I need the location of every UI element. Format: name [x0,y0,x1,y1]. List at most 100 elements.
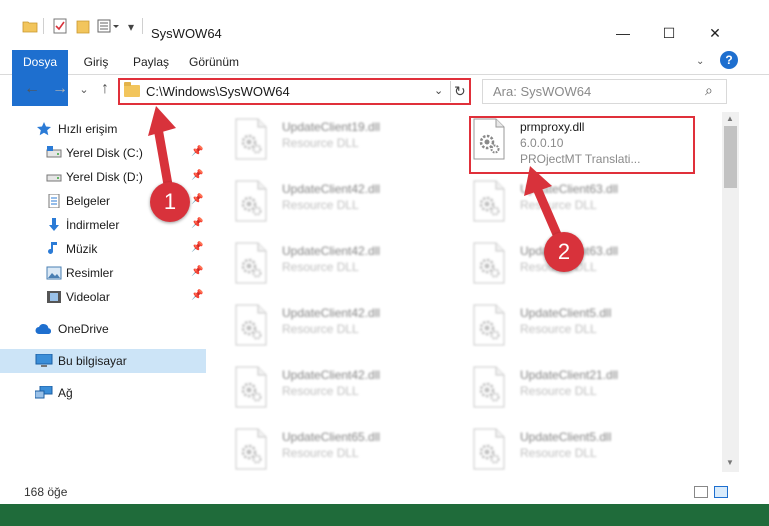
pin-icon[interactable]: 📌 [191,146,203,157]
highlight-box [469,116,695,174]
file-type: Resource DLL [282,384,359,398]
file-item[interactable]: UpdateClient65.dll Resource DLL [234,426,464,482]
file-name: UpdateClient63.dll [520,182,619,196]
sidebar-item-videolar[interactable]: Videolar 📌 [0,285,206,309]
ribbon: Dosya Giriş Paylaş Görünüm ⌄ ? [0,46,769,106]
file-item[interactable]: UpdateClient5.dll Resource DLL [472,426,702,482]
sidebar-item-onedrive[interactable]: OneDrive [0,317,206,341]
minimize-button[interactable]: — [600,18,646,46]
file-name: UpdateClient65.dll [282,430,381,444]
close-button[interactable]: ✕ [692,18,738,46]
dll-file-icon [234,242,268,284]
dll-file-icon [234,428,268,470]
pin-icon[interactable]: 📌 [191,170,203,181]
sidebar-item-label: Ağ [58,386,73,400]
address-bar[interactable]: C:\Windows\SysWOW64 ⌄ ↻ [118,78,471,105]
folder-icon [124,82,140,97]
sidebar-item-label: Bu bilgisayar [58,354,127,368]
maximize-button[interactable]: ☐ [646,18,692,46]
address-path[interactable]: C:\Windows\SysWOW64 [146,84,290,99]
sidebar-item-label: Müzik [66,242,98,256]
search-input[interactable]: Ara: SysWOW64 ⌕ [482,79,727,104]
file-item[interactable]: UpdateClient19.dll Resource DLL [234,116,464,172]
dll-file-icon [234,118,268,160]
sidebar-item-label: Belgeler [66,194,111,208]
pin-icon[interactable]: 📌 [191,194,203,205]
onedrive-icon [35,322,52,336]
sidebar-item-label: Hızlı erişim [58,122,118,136]
pin-icon[interactable]: 📌 [191,242,203,253]
sidebar-item-bu-bilgisayar[interactable]: Bu bilgisayar [0,349,206,373]
sidebar-item-muzik[interactable]: Müzik 📌 [0,237,206,261]
file-name: UpdateClient42.dll [282,368,381,382]
item-count: 168 öğe [24,485,68,499]
step-1-badge: 1 [150,182,190,222]
address-dropdown-icon[interactable]: ⌄ [434,84,443,97]
sidebar-item-label: İndirmeler [66,218,120,232]
file-item[interactable]: UpdateClient63.dllResource DLL [472,240,702,296]
file-name: UpdateClient42.dll [282,306,381,320]
sidebar-item-label: OneDrive [58,322,109,336]
tab-gorunum[interactable]: Görünüm [184,50,244,74]
file-type: Resource DLL [282,198,359,212]
dll-file-icon [234,304,268,346]
sidebar-item-ag[interactable]: Ağ [0,381,206,405]
file-name: UpdateClient21.dll [520,368,619,382]
large-icons-view-icon[interactable] [714,486,728,498]
tab-giris[interactable]: Giriş [76,50,116,74]
file-name: UpdateClient5.dll [520,306,612,320]
vertical-scrollbar[interactable]: ▲ ▼ [722,112,739,472]
details-view-icon[interactable] [694,486,708,498]
sidebar-item-resimler[interactable]: Resimler 📌 [0,261,206,285]
dll-file-icon [234,366,268,408]
step-2-badge: 2 [544,232,584,272]
file-item[interactable]: UpdateClient42.dll Resource DLL [234,178,464,234]
search-icon[interactable]: ⌕ [705,82,713,99]
file-item[interactable]: UpdateClient42.dll Resource DLL [234,364,464,420]
sidebar-item-label: Videolar [66,290,110,304]
title-divider [142,18,143,34]
file-item[interactable]: UpdateClient63.dll Resource DLL [472,178,702,234]
recent-locations-button[interactable]: ⌄ [74,83,94,96]
dll-file-icon [472,366,506,408]
toolbar-divider [43,18,44,34]
pin-icon[interactable]: 📌 [191,218,203,229]
documents-icon [46,193,62,209]
up-button[interactable]: ↑ [95,80,115,98]
tab-paylas[interactable]: Paylaş [126,50,176,74]
file-type: Resource DLL [282,322,359,336]
file-item[interactable]: UpdateClient5.dll Resource DLL [472,302,702,358]
customize-toolbar-icon[interactable] [97,18,121,36]
file-name: UpdateClient5.dll [520,430,612,444]
help-icon[interactable]: ? [720,51,738,69]
file-name: UpdateClient42.dll [282,244,381,258]
file-type: Resource DLL [282,260,359,274]
file-item[interactable]: UpdateClient42.dll Resource DLL [234,240,464,296]
properties-icon[interactable] [52,18,68,36]
pin-icon[interactable]: 📌 [191,266,203,277]
status-bar: 168 öğe [0,478,769,504]
file-type: Resource DLL [520,384,597,398]
title-bar: ▾ SysWOW64 — ☐ ✕ [0,0,769,46]
file-item[interactable]: UpdateClient21.dll Resource DLL [472,364,702,420]
sidebar-item-quick-access[interactable]: Hızlı erişim [0,117,206,141]
dll-file-icon [472,428,506,470]
file-type: Resource DLL [520,198,597,212]
refresh-icon[interactable]: ↻ [454,83,466,100]
file-type: Resource DLL [520,446,597,460]
search-placeholder: Ara: SysWOW64 [493,84,592,99]
computer-icon [35,353,53,368]
star-icon [36,122,52,136]
back-button[interactable]: ← [22,80,42,98]
sidebar-item-yerel-disk-c[interactable]: Yerel Disk (C:) 📌 [0,141,206,165]
file-item[interactable]: UpdateClient42.dll Resource DLL [234,302,464,358]
new-folder-icon[interactable] [75,18,91,36]
file-name: UpdateClient42.dll [282,182,381,196]
scroll-up-icon[interactable]: ▲ [726,114,734,123]
forward-button[interactable]: → [50,80,70,98]
sidebar-item-label: Yerel Disk (D:) [66,170,143,184]
scroll-down-icon[interactable]: ▼ [726,458,734,467]
ribbon-collapse-icon[interactable]: ⌄ [696,56,704,67]
pin-icon[interactable]: 📌 [191,290,203,301]
scroll-thumb[interactable] [724,126,737,188]
